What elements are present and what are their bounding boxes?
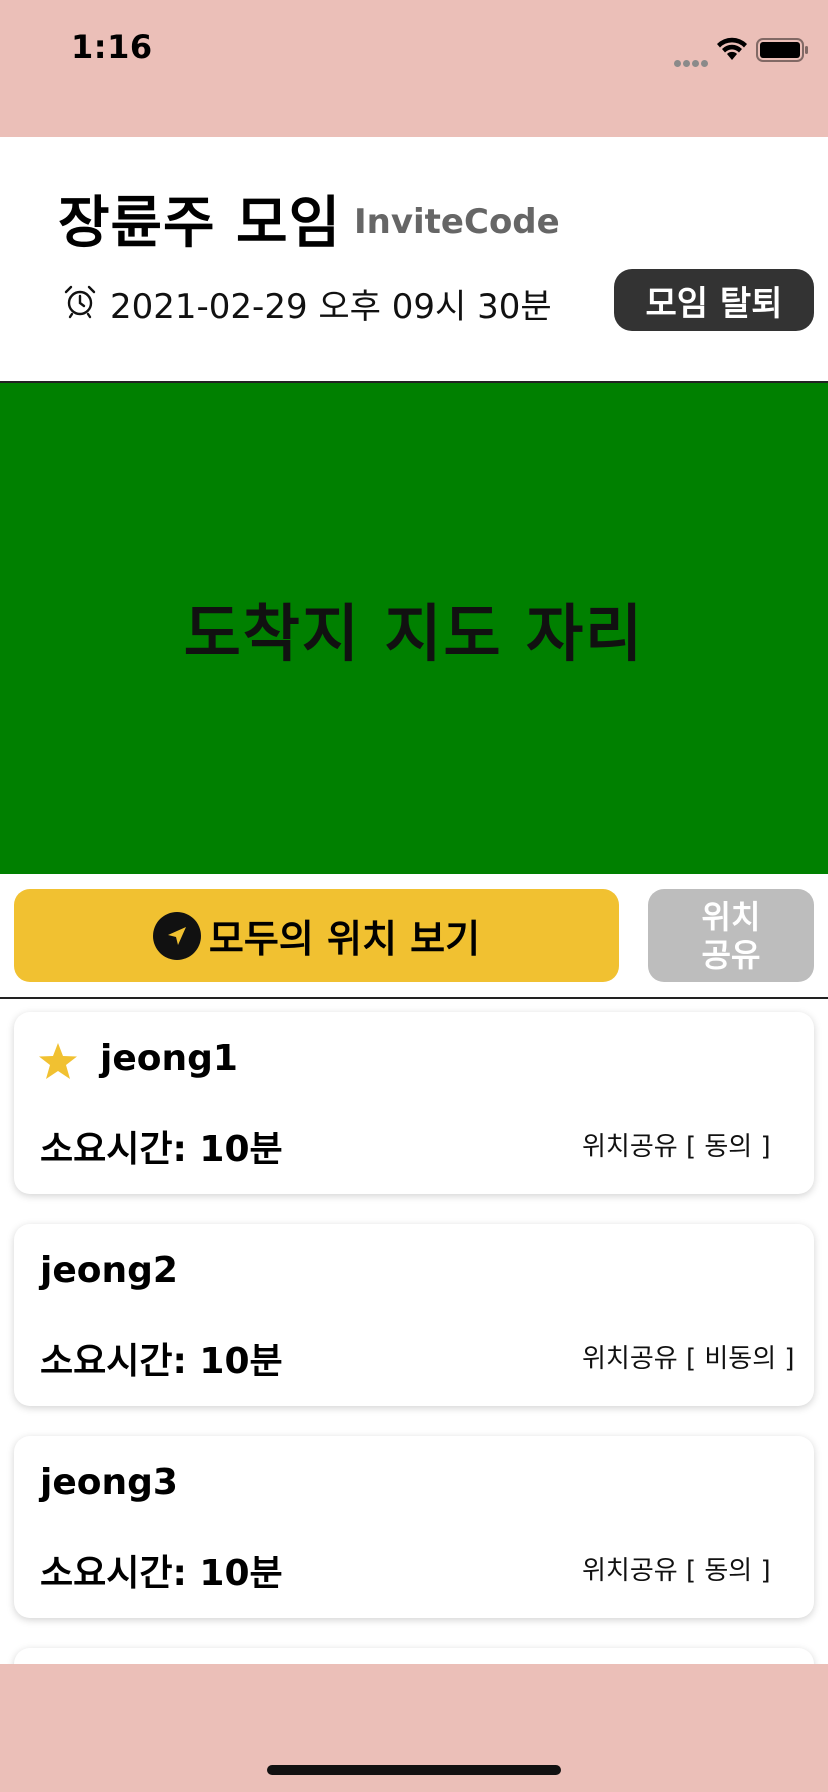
member-duration: 소요시간: 10분 [40, 1341, 283, 1382]
wifi-icon [717, 37, 747, 60]
meeting-time: 2021-02-29 오후 09시 30분 [110, 287, 552, 327]
member-share-status: 위치공유 [ 동의 ] [582, 1556, 771, 1586]
divider [0, 997, 828, 999]
member-name: jeong1 [100, 1038, 238, 1079]
home-indicator[interactable] [267, 1765, 561, 1775]
member-duration: 소요시간: 10분 [40, 1129, 283, 1170]
member-card[interactable]: jeong2 소요시간: 10분 위치공유 [ 비동의 ] [14, 1224, 814, 1406]
view-all-locations-button[interactable]: 모두의 위치 보기 [14, 889, 619, 982]
destination-map[interactable]: 도착지 지도 자리 [0, 383, 828, 874]
leave-meeting-button[interactable]: 모임 탈퇴 [614, 269, 814, 331]
member-card[interactable]: jeong3 소요시간: 10분 위치공유 [ 동의 ] [14, 1436, 814, 1618]
signal-dots-icon [674, 52, 710, 71]
invite-code[interactable]: InviteCode [354, 202, 560, 242]
alarm-clock-icon [64, 285, 96, 319]
meeting-title: 장륜주 모임 [58, 191, 342, 256]
battery-icon [756, 38, 808, 62]
status-bar: 1:16 [0, 0, 828, 137]
meeting-header [0, 137, 828, 381]
share-button-line1: 위치 [701, 897, 761, 936]
member-name: jeong2 [40, 1250, 178, 1291]
member-name: jeong3 [40, 1462, 178, 1503]
view-all-label: 모두의 위치 보기 [208, 917, 481, 961]
member-share-status: 위치공유 [ 비동의 ] [582, 1344, 795, 1374]
star-icon [39, 1043, 77, 1079]
status-time: 1:16 [71, 28, 153, 66]
share-button-line2: 공유 [701, 935, 761, 974]
member-duration: 소요시간: 10분 [40, 1553, 283, 1594]
member-card[interactable]: jeong1 소요시간: 10분 위치공유 [ 동의 ] [14, 1012, 814, 1194]
navigation-arrow-icon [152, 911, 201, 960]
member-share-status: 위치공유 [ 동의 ] [582, 1132, 771, 1162]
map-placeholder-label: 도착지 지도 자리 [183, 596, 645, 670]
share-location-button[interactable]: 위치 공유 [648, 889, 814, 982]
